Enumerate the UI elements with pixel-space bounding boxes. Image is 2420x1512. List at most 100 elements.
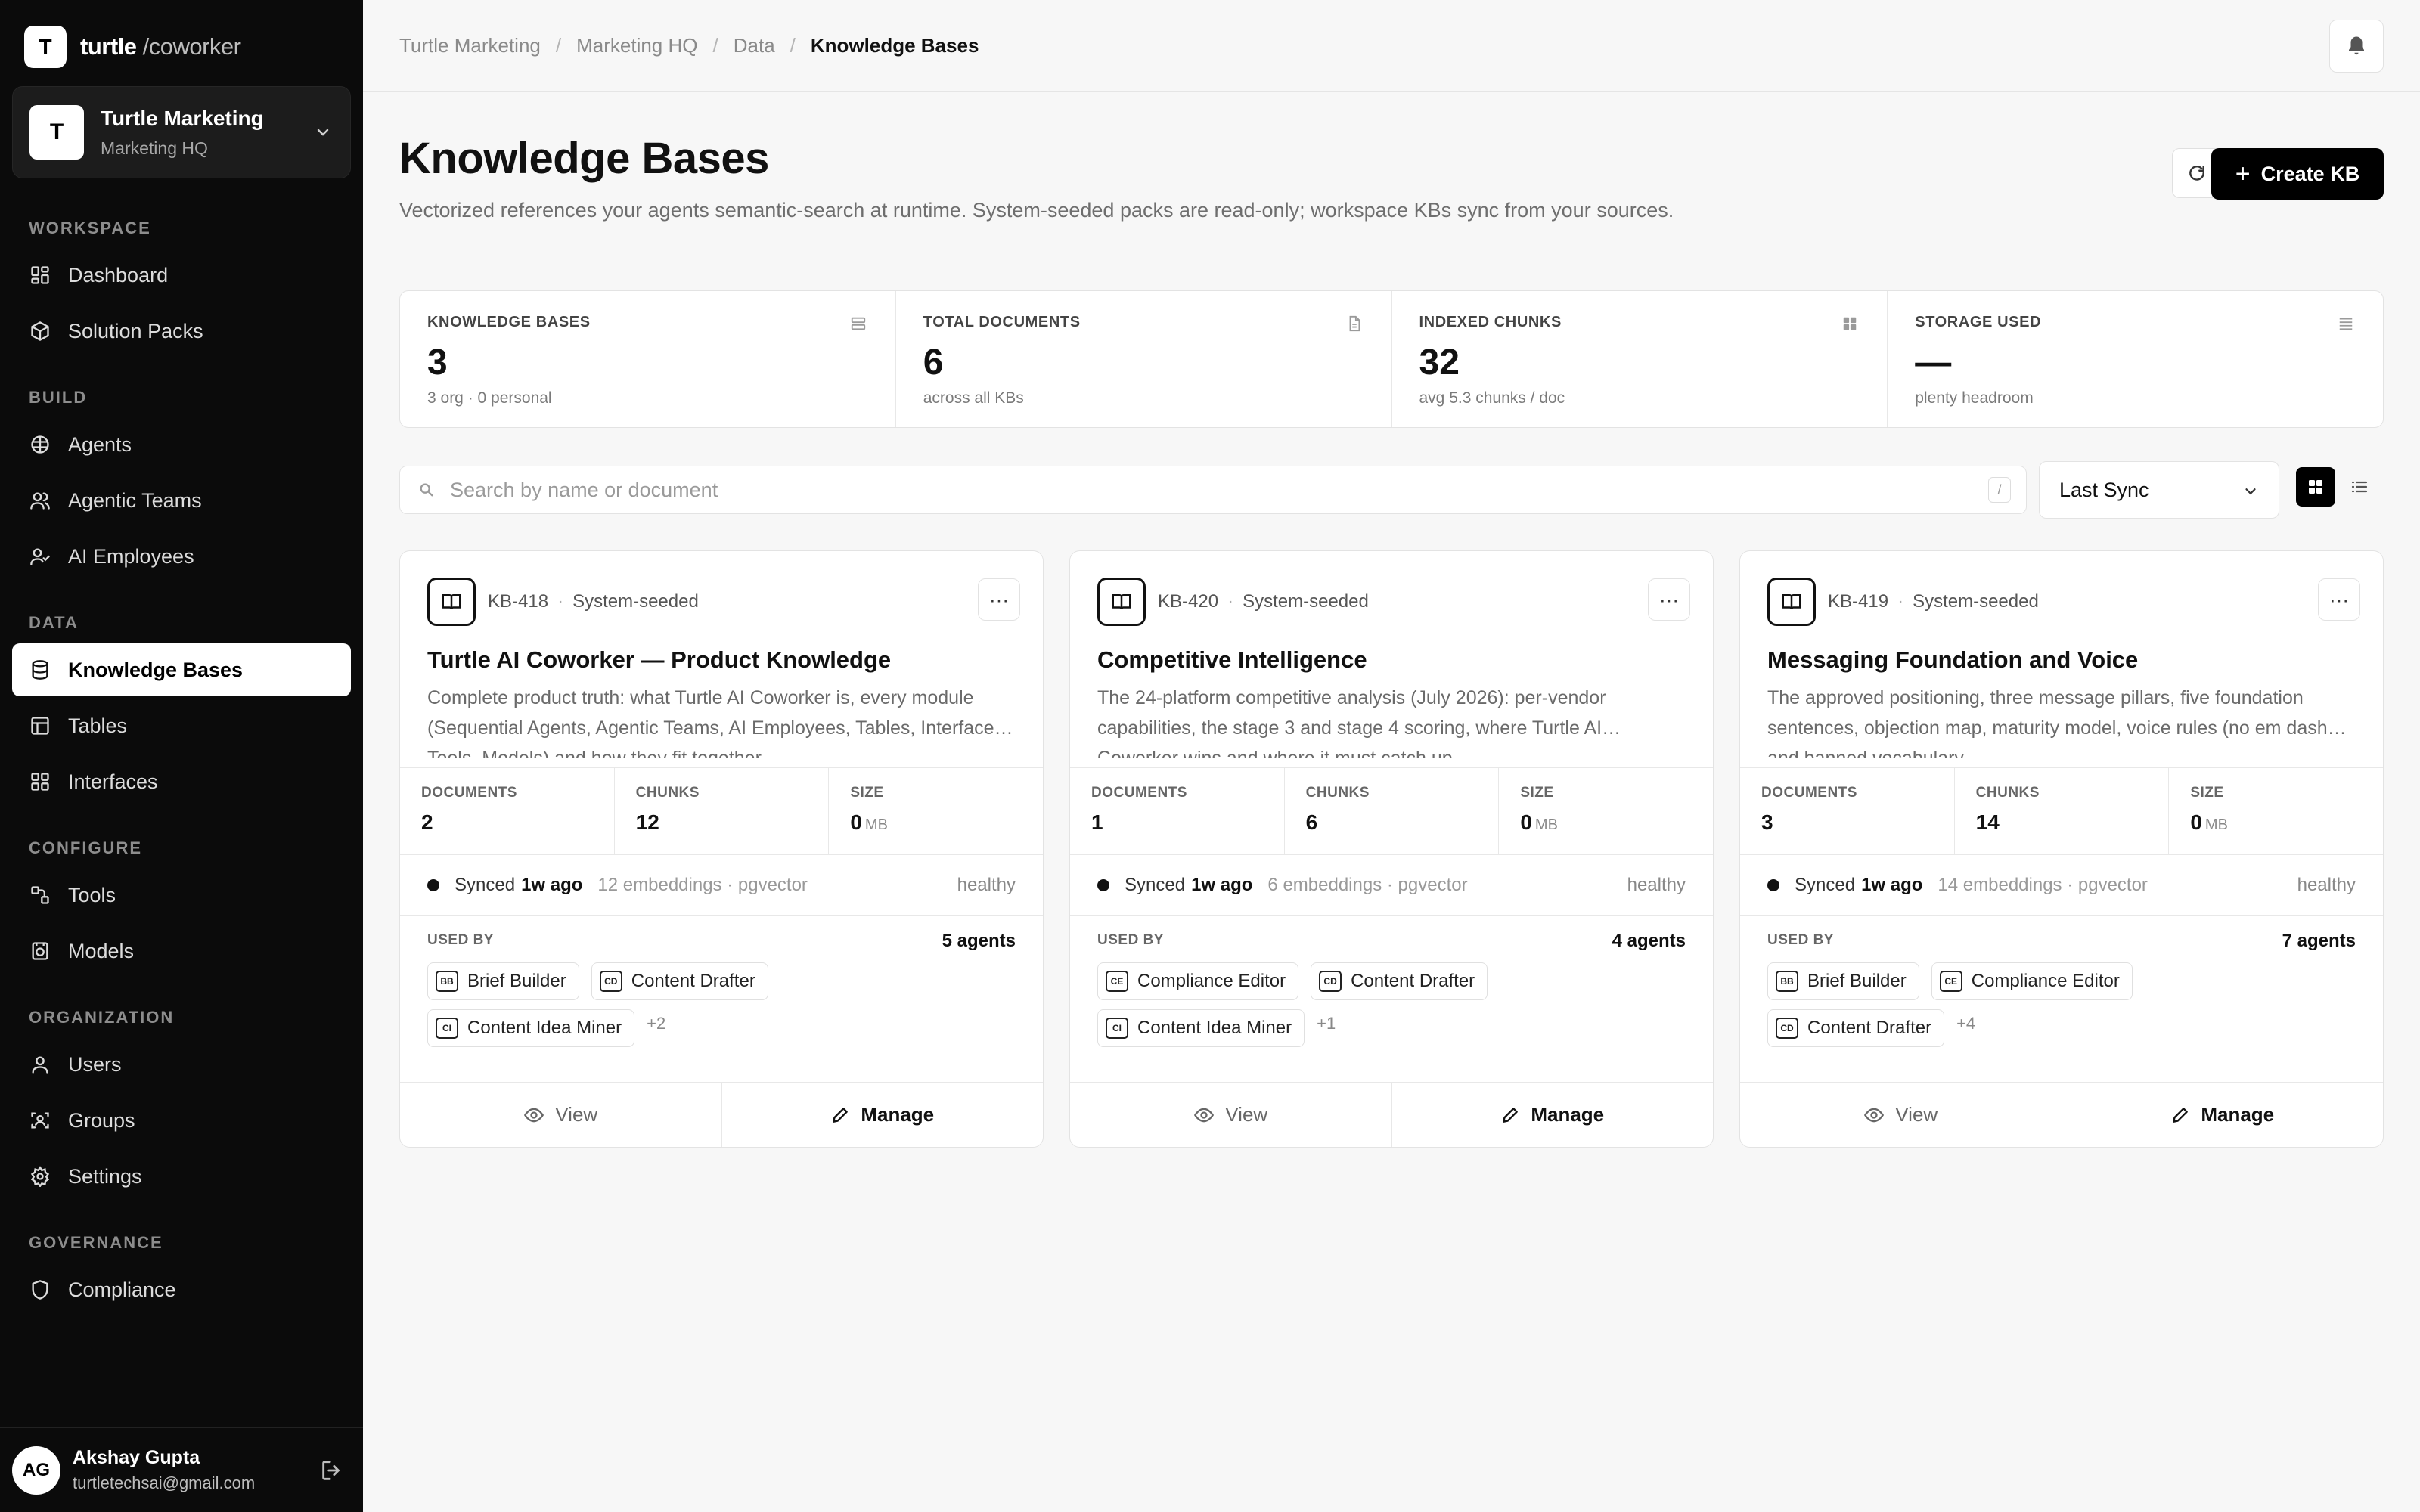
search-input[interactable]	[450, 478, 1887, 502]
more-icon: ···	[2329, 587, 2349, 611]
agent-chip[interactable]: CE Compliance Editor	[1097, 962, 1299, 1000]
manage-button[interactable]: Manage	[722, 1083, 1044, 1147]
stat-label: INDEXED CHUNKS	[1419, 314, 1562, 330]
breadcrumb-item[interactable]: Marketing HQ	[576, 34, 697, 57]
view-label: View	[1225, 1103, 1268, 1126]
view-label: View	[1895, 1103, 1938, 1126]
more-agents-count[interactable]: +4	[1956, 1014, 1975, 1033]
metric-label: SIZE	[1520, 785, 1554, 801]
health-status: healthy	[957, 874, 1016, 895]
list-view-button[interactable]	[2340, 467, 2379, 507]
agent-chip[interactable]: BB Brief Builder	[1767, 962, 1919, 1000]
page-description: Vectorized references your agents semant…	[399, 199, 1674, 222]
sidebar-item-agents[interactable]: Agents	[12, 418, 351, 471]
workspace-avatar: T	[29, 105, 84, 160]
view-button[interactable]: View	[400, 1083, 722, 1147]
sort-select[interactable]: Last Sync	[2039, 461, 2279, 519]
sidebar-item-knowledge-bases[interactable]: Knowledge Bases	[12, 643, 351, 696]
sidebar-item-dashboard[interactable]: Dashboard	[12, 249, 351, 302]
topbar: Turtle Marketing / Marketing HQ / Data /…	[363, 0, 2420, 92]
sidebar-item-tools[interactable]: Tools	[12, 869, 351, 922]
notifications-button[interactable]	[2329, 20, 2384, 73]
shield-icon	[27, 1277, 53, 1303]
sidebar-item-tables[interactable]: Tables	[12, 699, 351, 752]
section-configure: CONFIGURE	[29, 838, 142, 857]
stat-value: —	[1915, 342, 1952, 383]
manage-button[interactable]: Manage	[1392, 1083, 1714, 1147]
used-by-count: 7 agents	[2282, 931, 2356, 951]
gear-icon	[27, 1163, 53, 1189]
agent-name: Brief Builder	[1807, 971, 1907, 991]
more-agents-count[interactable]: +1	[1317, 1014, 1336, 1033]
kb-id: KB-418	[488, 591, 549, 612]
book-icon	[427, 578, 476, 626]
agent-abbr: CD	[1319, 971, 1342, 992]
sidebar-item-label: Models	[68, 939, 135, 962]
workspace-switcher[interactable]: T Turtle Marketing Marketing HQ	[12, 86, 351, 178]
sidebar-item-solution-packs[interactable]: Solution Packs	[12, 305, 351, 358]
kb-card[interactable]: KB-419 · System-seeded ··· Messaging Fou…	[1739, 550, 2384, 1148]
more-menu-button[interactable]: ···	[2318, 578, 2360, 621]
stats-summary: KNOWLEDGE BASES 3 3 org · 0 personal TOT…	[399, 290, 2384, 428]
sidebar-item-label: Solution Packs	[68, 319, 203, 342]
book-icon	[1767, 578, 1816, 626]
manage-button[interactable]: Manage	[2062, 1083, 2384, 1147]
agent-chip[interactable]: CI Content Idea Miner	[1097, 1009, 1305, 1047]
agent-abbr: CE	[1939, 971, 1962, 992]
sync-time: 1w ago	[521, 874, 583, 895]
brand-name-sub: /coworker	[142, 33, 241, 60]
more-agents-count[interactable]: +2	[647, 1014, 666, 1033]
package-icon	[27, 318, 53, 344]
kb-card[interactable]: KB-420 · System-seeded ··· Competitive I…	[1069, 550, 1714, 1148]
create-kb-button[interactable]: + Create KB	[2211, 148, 2384, 200]
status-dot	[1767, 878, 1779, 891]
stat-sub: across all KBs	[923, 389, 1024, 407]
eye-icon	[524, 1108, 544, 1122]
sync-time: 1w ago	[1861, 874, 1923, 895]
kb-tag: System-seeded	[572, 591, 699, 612]
sidebar-item-agentic-teams[interactable]: Agentic Teams	[12, 474, 351, 527]
view-button[interactable]: View	[1740, 1083, 2062, 1147]
brand-name-main: turtle	[80, 33, 137, 60]
manage-label: Manage	[2201, 1103, 2275, 1126]
sidebar-item-models[interactable]: Models	[12, 925, 351, 978]
agent-chip[interactable]: CD Content Drafter	[591, 962, 768, 1000]
avatar: AG	[12, 1445, 60, 1495]
eye-icon	[1194, 1108, 1215, 1122]
sidebar-item-ai-employees[interactable]: AI Employees	[12, 530, 351, 583]
agent-chip[interactable]: CD Content Drafter	[1767, 1009, 1945, 1047]
more-menu-button[interactable]: ···	[978, 578, 1020, 621]
agent-name: Compliance Editor	[1137, 971, 1286, 991]
agent-name: Brief Builder	[467, 971, 566, 991]
user-profile[interactable]: AG Akshay Gupta turtletechsai@gmail.com	[0, 1427, 363, 1512]
sidebar-item-label: Tables	[68, 714, 128, 737]
used-by-label: USED BY	[427, 932, 494, 948]
breadcrumb-item[interactable]: Data	[734, 34, 775, 57]
stat-value: 3	[427, 342, 448, 383]
workspace-sub: Marketing HQ	[101, 138, 208, 158]
sidebar-item-interfaces[interactable]: Interfaces	[12, 755, 351, 808]
agent-chip[interactable]: CE Compliance Editor	[1931, 962, 2133, 1000]
agent-chip[interactable]: CI Content Idea Miner	[427, 1009, 635, 1047]
more-menu-button[interactable]: ···	[1648, 578, 1690, 621]
kb-title: Messaging Foundation and Voice	[1767, 646, 2139, 673]
separator-dot: ·	[557, 591, 564, 612]
grid-view-button[interactable]	[2296, 467, 2335, 507]
agent-chip[interactable]: CD Content Drafter	[1311, 962, 1488, 1000]
sidebar-item-settings[interactable]: Settings	[12, 1150, 351, 1203]
kb-card[interactable]: KB-418 · System-seeded ··· Turtle AI Cow…	[399, 550, 1044, 1148]
chevron-down-icon	[314, 123, 332, 141]
used-by-count: 5 agents	[942, 931, 1016, 951]
brand[interactable]: T turtle /coworker	[0, 23, 363, 71]
sidebar-item-users[interactable]: Users	[12, 1038, 351, 1091]
pencil-icon	[2173, 1107, 2189, 1123]
logout-icon[interactable]	[319, 1458, 345, 1483]
breadcrumb-item[interactable]: Turtle Marketing	[399, 34, 541, 57]
sidebar-item-groups[interactable]: Groups	[12, 1094, 351, 1147]
used-by-count: 4 agents	[1612, 931, 1686, 951]
agent-chip[interactable]: BB Brief Builder	[427, 962, 579, 1000]
breadcrumb-current: Knowledge Bases	[810, 34, 979, 57]
sidebar-item-compliance[interactable]: Compliance	[12, 1263, 351, 1316]
section-build: BUILD	[29, 388, 88, 407]
view-button[interactable]: View	[1070, 1083, 1392, 1147]
